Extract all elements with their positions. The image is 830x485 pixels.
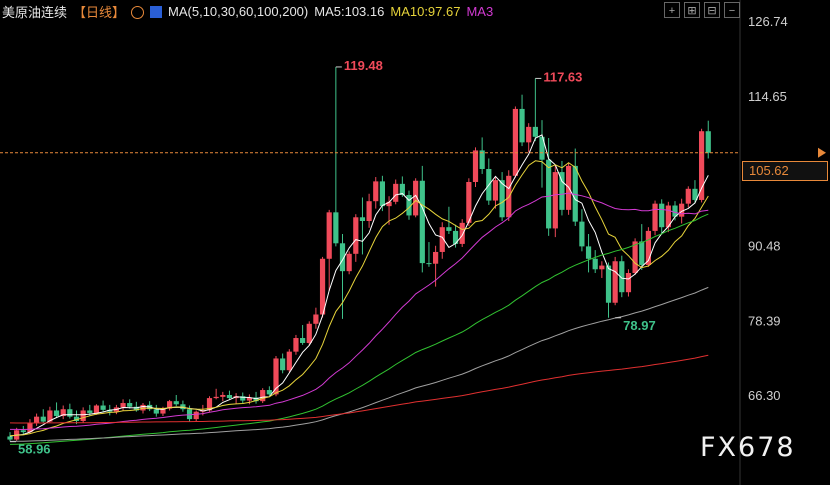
candle-body [346, 253, 352, 272]
candle-body [526, 126, 532, 143]
candle-body [286, 351, 292, 371]
ma3-value: MA3 [466, 3, 494, 19]
candle-body [546, 159, 552, 229]
candle-body [639, 241, 645, 265]
candle-body [519, 108, 525, 143]
candle-body [93, 405, 100, 413]
candle-body [353, 217, 359, 254]
period-selector[interactable]: 【日线】 [73, 2, 125, 21]
candle-body [313, 314, 319, 324]
candle-body [213, 396, 219, 399]
candle-body [153, 409, 159, 414]
candle-body [34, 416, 40, 423]
candle-body [87, 410, 93, 413]
candle-body [7, 436, 13, 440]
crosshair-icon[interactable]: + [664, 2, 680, 18]
candle-body [585, 246, 592, 259]
low-price-label: 78.97 [623, 318, 656, 333]
instrument-title: 美原油连续 [2, 4, 68, 20]
candlestick-chart[interactable]: 126.74114.65102.5690.4878.3966.30119.481… [0, 0, 830, 485]
candle-body [127, 403, 133, 407]
candle-body [492, 180, 499, 201]
ma5-value: MA5:103.16 [314, 3, 385, 19]
last-price-arrow [818, 147, 826, 158]
candle-body [579, 221, 585, 247]
ma5-line [9, 134, 709, 437]
candle-body [366, 201, 372, 222]
candle-body [173, 401, 179, 405]
candle-body [80, 410, 86, 421]
y-tick-label: 90.48 [748, 239, 781, 254]
candle-body [393, 183, 399, 202]
candle-body [120, 403, 126, 408]
candle-body [499, 180, 505, 218]
candle-body [605, 265, 612, 303]
last-price-tag: 105.62 [742, 161, 828, 181]
candle-body [193, 411, 199, 420]
candle-body [632, 241, 638, 274]
y-tick-label: 66.30 [748, 388, 781, 403]
candle-body [446, 227, 452, 231]
candle-body [552, 172, 558, 229]
candle-body [426, 263, 432, 265]
candle-body [226, 394, 233, 399]
ma10-value: MA10:97.67 [390, 3, 461, 19]
candle-body [293, 338, 299, 352]
candle-body [220, 394, 226, 397]
high-price-label: 119.48 [344, 58, 383, 73]
ma200-line [9, 354, 709, 424]
ma100-line [9, 286, 709, 442]
candle-body [532, 126, 538, 137]
candle-body [373, 181, 379, 202]
ma10-line [9, 160, 709, 437]
zoom-out-icon[interactable]: ⊟ [704, 2, 720, 18]
candle-body [140, 404, 146, 411]
candle-body [300, 338, 306, 343]
y-tick-label: 78.39 [748, 313, 781, 328]
candle-body [379, 181, 385, 207]
candle-body [685, 188, 691, 204]
candle-body [326, 212, 332, 259]
candle-body [612, 261, 618, 303]
high-price-label: 117.63 [543, 69, 582, 84]
candle-body [319, 258, 326, 315]
candle-body [459, 222, 465, 244]
candle-body [67, 409, 73, 417]
ma-parameters[interactable]: MA(5,10,30,60,100,200) [168, 4, 308, 19]
candle-body [100, 405, 106, 410]
watermark: FX678 [700, 432, 796, 463]
candle-body [333, 212, 339, 244]
add-circle-icon[interactable] [131, 5, 145, 19]
minimize-icon[interactable]: − [724, 2, 740, 18]
candle-body [659, 203, 665, 228]
candle-body [699, 131, 705, 200]
candle-body [472, 150, 479, 182]
low-price-label: 58.96 [18, 442, 51, 457]
candle-body [652, 203, 658, 231]
candle-body [306, 323, 312, 343]
candle-body [359, 217, 366, 222]
candle-body [599, 265, 605, 270]
candle-body [625, 273, 632, 293]
y-tick-label: 114.65 [748, 89, 787, 104]
candle-body [280, 358, 286, 371]
zoom-in-icon[interactable]: ⊞ [684, 2, 700, 18]
candle-body [592, 258, 598, 270]
candle-body [705, 131, 711, 153]
candle-body [20, 430, 26, 433]
candle-body [433, 251, 439, 264]
candle-body [53, 410, 60, 417]
candle-body [419, 180, 425, 264]
indicator-chart-icon[interactable] [150, 6, 163, 18]
candle-body [40, 416, 46, 422]
candle-body [512, 108, 518, 176]
ma30-line [10, 192, 709, 431]
